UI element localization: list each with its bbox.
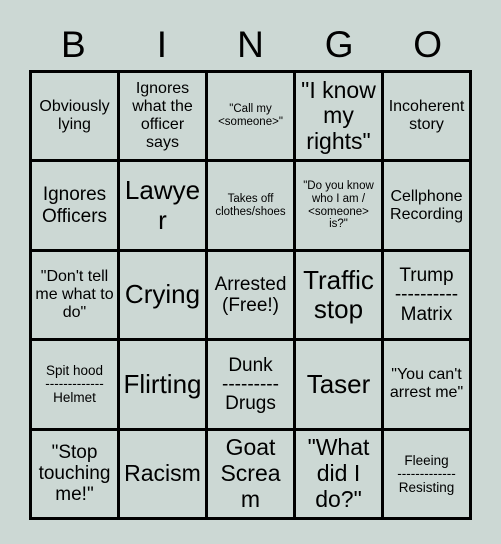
bingo-cell[interactable]: Crying — [120, 251, 208, 342]
bingo-cell[interactable]: Ignores what the officer says — [120, 73, 208, 163]
bingo-cell[interactable]: Traffic stop — [296, 251, 384, 342]
bingo-cell-label: Lawyer — [124, 175, 201, 235]
bingo-cell[interactable]: Goat Scream — [208, 430, 296, 520]
bingo-cell[interactable]: Obviously lying — [32, 73, 120, 163]
bingo-cell-label: Incoherent story — [388, 98, 465, 134]
bingo-header-letter-i: I — [156, 24, 168, 65]
bingo-cell-label: "Do you know who I am / <someone> is?" — [303, 179, 374, 231]
bingo-cell-divider: --------- — [222, 373, 279, 395]
bingo-cell[interactable]: "What did I do?" — [296, 430, 384, 520]
bingo-cell[interactable]: "Stop touching me!" — [32, 430, 120, 520]
bingo-cell-label: "You can't arrest me" — [389, 366, 464, 402]
bingo-cell[interactable]: Fleeing ------------- Resisting — [384, 430, 472, 520]
bingo-header-letter-n: N — [237, 24, 264, 65]
bingo-cell[interactable]: "Don't tell me what to do" — [32, 251, 120, 342]
bingo-header-letter-b: B — [60, 24, 86, 65]
bingo-header-row: B I N G O — [29, 22, 472, 67]
bingo-cell[interactable]: Cellphone Recording — [384, 162, 472, 252]
bingo-cell-label: Ignores what the officer says — [132, 80, 193, 152]
bingo-cell-label: "Don't tell me what to do" — [35, 268, 114, 321]
bingo-cell[interactable]: Trump ---------- Matrix — [384, 251, 472, 342]
bingo-cell-label: Traffic stop — [303, 264, 374, 324]
bingo-cell[interactable]: Takes off clothes/shoes — [208, 162, 296, 252]
bingo-cell-label: Ignores Officers — [41, 184, 108, 227]
bingo-header-letter-o: O — [413, 24, 443, 65]
bingo-cell-label: Racism — [124, 459, 201, 486]
bingo-cell-label: Flirting — [123, 368, 202, 399]
bingo-cell-label: Cellphone Recording — [390, 187, 463, 223]
bingo-card: B I N G O Obviously lying Ignores what th… — [0, 0, 501, 544]
bingo-cell-label: Dunk — [228, 354, 273, 376]
bingo-cell-label-alt: Matrix — [400, 303, 453, 325]
bingo-cell-label: "I know my rights" — [301, 76, 376, 155]
bingo-cell-label-alt: Drugs — [225, 392, 276, 414]
bingo-cell[interactable]: "Call my <someone>" — [208, 73, 296, 163]
bingo-cell-label-alt: Resisting — [398, 479, 455, 495]
bingo-cell[interactable]: "You can't arrest me" — [384, 341, 472, 431]
bingo-cell-divider: ---------- — [394, 284, 459, 306]
bingo-cell-label: Takes off clothes/shoes — [215, 192, 286, 218]
bingo-cell-label: Goat Scream — [220, 434, 281, 512]
bingo-cell-divider: ------------- — [45, 376, 104, 392]
bingo-cell[interactable]: Lawyer — [120, 162, 208, 252]
bingo-cell-label: Arrested (Free!) — [214, 273, 287, 316]
bingo-cell[interactable]: "I know my rights" — [296, 73, 384, 163]
bingo-cell[interactable]: Ignores Officers — [32, 162, 120, 252]
bingo-cell[interactable]: Racism — [120, 430, 208, 520]
bingo-cell[interactable]: Incoherent story — [384, 73, 472, 163]
bingo-header-letter-g: G — [324, 24, 354, 65]
bingo-cell-label-alt: Helmet — [53, 390, 96, 406]
bingo-cell[interactable]: Flirting — [120, 341, 208, 431]
bingo-cell[interactable]: "Do you know who I am / <someone> is?" — [296, 162, 384, 252]
bingo-cell[interactable]: Arrested (Free!) — [208, 251, 296, 342]
bingo-cell[interactable]: Dunk --------- Drugs — [208, 341, 296, 431]
bingo-cell-label: Obviously lying — [39, 98, 110, 134]
bingo-cell-label: "Call my <someone>" — [218, 103, 283, 129]
bingo-cell[interactable]: Taser — [296, 341, 384, 431]
bingo-cell[interactable]: Spit hood ------------- Helmet — [32, 341, 120, 431]
bingo-cell-label: Trump — [399, 265, 454, 287]
bingo-cell-label: "Stop touching me!" — [38, 441, 111, 506]
bingo-cell-label: Taser — [306, 368, 371, 399]
bingo-grid: Obviously lying Ignores what the officer … — [29, 70, 472, 520]
bingo-cell-label: Crying — [124, 279, 201, 310]
bingo-cell-divider: ------------- — [397, 465, 456, 481]
bingo-cell-label: "What did I do?" — [307, 434, 370, 512]
